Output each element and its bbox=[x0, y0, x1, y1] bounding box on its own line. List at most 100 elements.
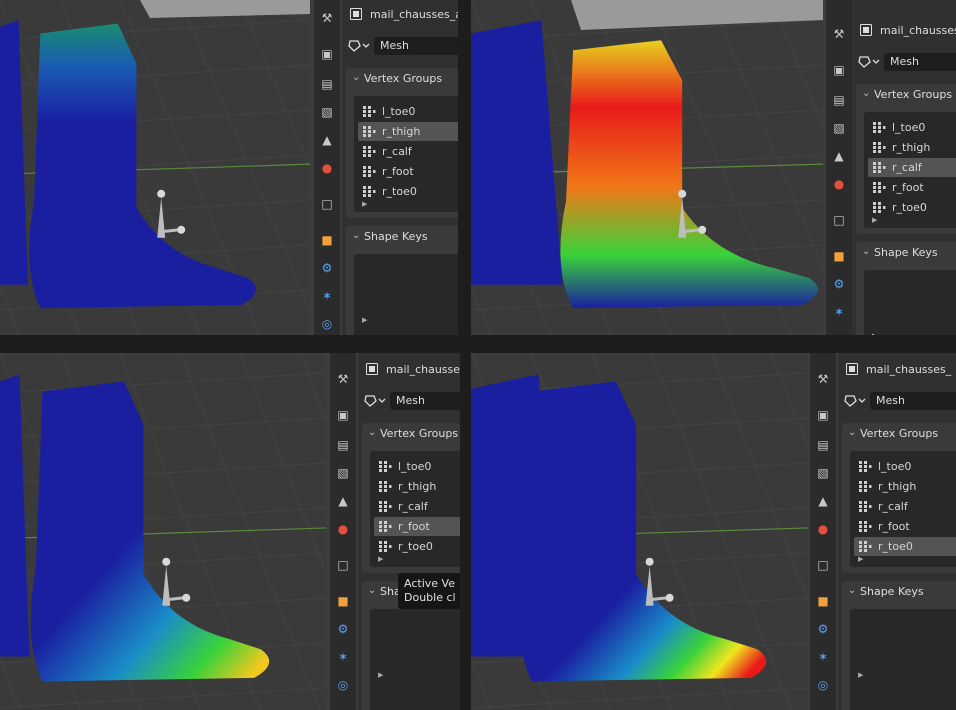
list-resize-handle-icon[interactable]: ▶ bbox=[362, 200, 367, 208]
mesh-browse-icon[interactable] bbox=[858, 55, 880, 69]
vertex-group-item[interactable]: r_thigh bbox=[854, 477, 956, 496]
3d-viewport[interactable] bbox=[471, 0, 823, 335]
scene-icon[interactable]: ▲ bbox=[815, 493, 831, 509]
world-icon[interactable]: ● bbox=[815, 521, 831, 537]
mesh-name-field[interactable]: Mesh bbox=[374, 37, 458, 55]
vertex-groups-header[interactable]: ⌄ Vertex Groups bbox=[856, 84, 956, 106]
object-icon[interactable]: ■ bbox=[335, 593, 351, 609]
tool-icon[interactable]: ⚒ bbox=[335, 371, 351, 387]
list-resize-handle-icon[interactable]: ▶ bbox=[858, 671, 863, 679]
vertex-group-item[interactable]: r_calf bbox=[868, 158, 956, 177]
object-name-header[interactable]: mail_chausses_a bbox=[342, 4, 458, 26]
list-resize-handle-icon[interactable]: ▶ bbox=[872, 332, 877, 335]
shape-key-list[interactable]: ▶ bbox=[354, 254, 458, 335]
render-icon[interactable]: ▣ bbox=[831, 62, 847, 78]
shape-keys-header[interactable]: ⌄Shape Keys bbox=[856, 242, 956, 264]
list-resize-handle-icon[interactable]: ▶ bbox=[362, 316, 367, 324]
mesh-browse-icon[interactable] bbox=[364, 394, 386, 408]
vertex-group-item[interactable]: r_toe0 bbox=[358, 182, 458, 201]
vertex-group-item[interactable]: r_calf bbox=[358, 142, 458, 161]
mesh-name-field[interactable]: Mesh bbox=[870, 392, 956, 410]
3d-viewport[interactable] bbox=[471, 353, 808, 710]
tool-icon[interactable]: ⚒ bbox=[815, 371, 831, 387]
3d-viewport[interactable] bbox=[0, 0, 310, 335]
render-icon[interactable]: ▣ bbox=[335, 407, 351, 423]
object-name-header[interactable]: mail_chausses_ bbox=[838, 359, 956, 381]
scene-icon[interactable]: ▲ bbox=[319, 132, 335, 148]
vertex-group-item[interactable]: r_toe0 bbox=[854, 537, 956, 556]
modifier-icon[interactable]: ⚙ bbox=[815, 621, 831, 637]
object-icon[interactable]: ■ bbox=[815, 593, 831, 609]
vertex-group-item[interactable]: l_toe0 bbox=[358, 102, 458, 121]
mesh-browse-icon[interactable] bbox=[844, 394, 866, 408]
mesh-name-field[interactable]: Mesh bbox=[884, 53, 956, 71]
view-layer-icon[interactable]: ▧ bbox=[319, 104, 335, 120]
vertex-group-list[interactable]: l_toe0 r_thigh r_calf r_foot r_toe0 ▶ bbox=[370, 451, 460, 567]
vertex-group-item[interactable]: r_toe0 bbox=[868, 198, 956, 217]
list-resize-handle-icon[interactable]: ▶ bbox=[872, 216, 877, 224]
modifier-icon[interactable]: ⚙ bbox=[335, 621, 351, 637]
world-icon[interactable]: ● bbox=[831, 176, 847, 192]
shape-keys-header[interactable]: ⌄Shape Keys bbox=[842, 581, 956, 603]
particles-icon[interactable]: ✶ bbox=[335, 649, 351, 665]
tool-icon[interactable]: ⚒ bbox=[831, 26, 847, 42]
mesh-datablock-row[interactable]: Mesh bbox=[852, 52, 956, 72]
vertex-group-item[interactable]: r_calf bbox=[854, 497, 956, 516]
list-resize-handle-icon[interactable]: ▶ bbox=[378, 555, 383, 563]
vertex-group-item[interactable]: l_toe0 bbox=[854, 457, 956, 476]
physics-icon[interactable]: ◎ bbox=[319, 316, 335, 332]
tool-icon[interactable]: ⚒ bbox=[319, 10, 335, 26]
vertex-group-item[interactable]: r_toe0 bbox=[374, 537, 460, 556]
vertex-groups-header[interactable]: ⌄ Vertex Groups bbox=[842, 423, 956, 445]
collection-icon[interactable]: □ bbox=[335, 557, 351, 573]
vertex-group-item[interactable]: r_thigh bbox=[868, 138, 956, 157]
world-icon[interactable]: ● bbox=[335, 521, 351, 537]
output-icon[interactable]: ▤ bbox=[831, 92, 847, 108]
output-icon[interactable]: ▤ bbox=[815, 437, 831, 453]
view-layer-icon[interactable]: ▧ bbox=[815, 465, 831, 481]
modifier-icon[interactable]: ⚙ bbox=[319, 260, 335, 276]
mesh-browse-icon[interactable] bbox=[348, 39, 370, 53]
physics-icon[interactable]: ◎ bbox=[335, 677, 351, 693]
particles-icon[interactable]: ✶ bbox=[319, 288, 335, 304]
mesh-datablock-row[interactable]: Mesh bbox=[358, 391, 460, 411]
object-icon[interactable]: ■ bbox=[831, 248, 847, 264]
output-icon[interactable]: ▤ bbox=[319, 76, 335, 92]
vertex-group-item[interactable]: r_foot bbox=[358, 162, 458, 181]
particles-icon[interactable]: ✶ bbox=[815, 649, 831, 665]
vertex-group-item[interactable]: r_foot bbox=[868, 178, 956, 197]
render-icon[interactable]: ▣ bbox=[319, 46, 335, 62]
vertex-groups-header[interactable]: ⌄ Vertex Groups bbox=[346, 68, 458, 90]
vertex-group-item[interactable]: r_foot bbox=[854, 517, 956, 536]
collection-icon[interactable]: □ bbox=[815, 557, 831, 573]
shape-keys-header[interactable]: ⌄Shape Keys bbox=[346, 226, 458, 248]
scene-icon[interactable]: ▲ bbox=[335, 493, 351, 509]
shape-key-list[interactable]: ▶ bbox=[370, 609, 460, 710]
vertex-group-item[interactable]: r_calf bbox=[374, 497, 460, 516]
mesh-datablock-row[interactable]: Mesh bbox=[342, 36, 458, 56]
vertex-group-list[interactable]: l_toe0 r_thigh r_calf r_foot r_toe0 ▶ bbox=[354, 96, 458, 212]
mesh-name-field[interactable]: Mesh bbox=[390, 392, 460, 410]
shape-key-list[interactable]: ▶ bbox=[864, 270, 956, 335]
vertex-groups-header[interactable]: ⌄ Vertex Groups bbox=[362, 423, 460, 445]
shape-key-list[interactable]: ▶ bbox=[850, 609, 956, 710]
list-resize-handle-icon[interactable]: ▶ bbox=[378, 671, 383, 679]
collection-icon[interactable]: □ bbox=[831, 212, 847, 228]
list-resize-handle-icon[interactable]: ▶ bbox=[858, 555, 863, 563]
render-icon[interactable]: ▣ bbox=[815, 407, 831, 423]
output-icon[interactable]: ▤ bbox=[335, 437, 351, 453]
vertex-group-list[interactable]: l_toe0 r_thigh r_calf r_foot r_toe0 ▶ bbox=[850, 451, 956, 567]
view-layer-icon[interactable]: ▧ bbox=[831, 120, 847, 136]
modifier-icon[interactable]: ⚙ bbox=[831, 276, 847, 292]
view-layer-icon[interactable]: ▧ bbox=[335, 465, 351, 481]
vertex-group-item[interactable]: l_toe0 bbox=[868, 118, 956, 137]
object-name-header[interactable]: mail_chausse bbox=[358, 359, 460, 381]
scene-icon[interactable]: ▲ bbox=[831, 148, 847, 164]
object-name-header[interactable]: mail_chausses_a bbox=[852, 20, 956, 42]
object-icon[interactable]: ■ bbox=[319, 232, 335, 248]
collection-icon[interactable]: □ bbox=[319, 196, 335, 212]
physics-icon[interactable]: ◎ bbox=[815, 677, 831, 693]
3d-viewport[interactable] bbox=[0, 353, 326, 710]
mesh-datablock-row[interactable]: Mesh bbox=[838, 391, 956, 411]
vertex-group-list[interactable]: l_toe0 r_thigh r_calf r_foot r_toe0 ▶ bbox=[864, 112, 956, 228]
